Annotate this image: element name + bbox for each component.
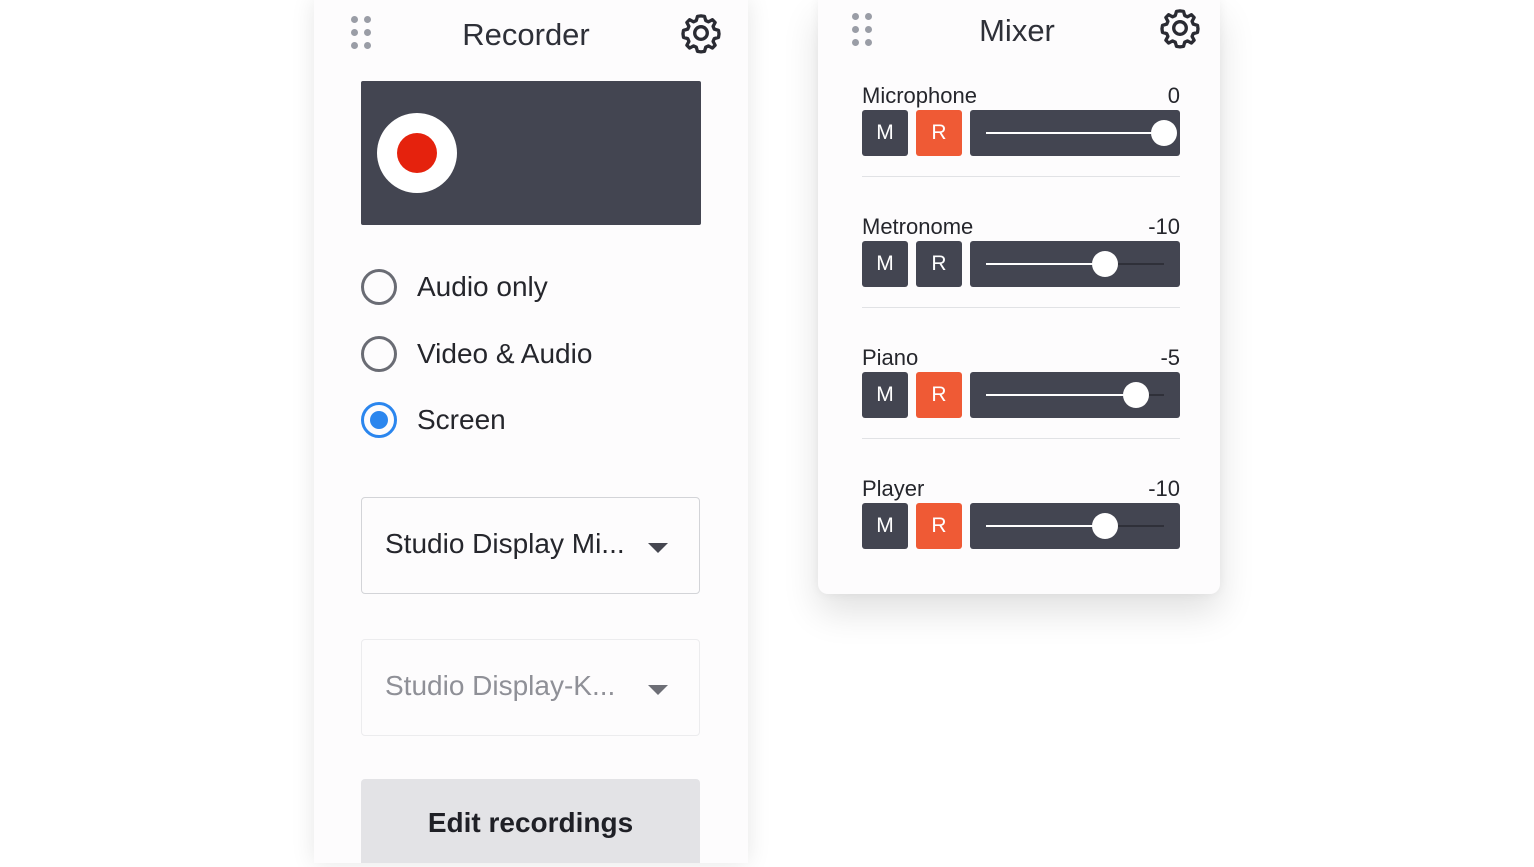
microphone-select-value: Studio Display Mi... [385, 528, 625, 559]
channel-metronome: Metronome -10 M R [862, 214, 1180, 345]
channel-piano: Piano -5 M R [862, 345, 1180, 476]
channel-name: Player [862, 476, 925, 501]
radio-screen[interactable] [361, 402, 397, 438]
radio-audio-only[interactable] [361, 269, 397, 305]
mode-option-audio-only[interactable]: Audio only [361, 265, 548, 309]
channel-divider [862, 307, 1180, 308]
mode-option-screen[interactable]: Screen [361, 398, 506, 442]
channel-value: -5 [1160, 345, 1180, 370]
record-button[interactable] [377, 113, 457, 193]
channel-value: -10 [1148, 476, 1180, 501]
recorder-drag-handle-icon[interactable] [351, 16, 373, 50]
slider-thumb[interactable] [1122, 382, 1149, 408]
mute-button[interactable]: M [862, 241, 908, 287]
slider-track [986, 251, 1164, 277]
channel-value: -10 [1148, 214, 1180, 239]
record-arm-button[interactable]: R [916, 503, 962, 549]
radio-video-audio[interactable] [361, 336, 397, 372]
mute-button[interactable]: M [862, 110, 908, 156]
channel-microphone: Microphone 0 M R [862, 83, 1180, 214]
mute-button[interactable]: M [862, 503, 908, 549]
edit-recordings-button[interactable]: Edit recordings [361, 779, 700, 863]
mode-option-video-audio[interactable]: Video & Audio [361, 332, 592, 376]
slider-fill [986, 394, 1136, 396]
chevron-down-icon [648, 543, 668, 553]
slider-fill [986, 263, 1106, 265]
camera-select-value: Studio Display-K... [385, 670, 616, 701]
volume-slider[interactable] [970, 372, 1180, 418]
volume-slider[interactable] [970, 503, 1180, 549]
record-arm-button[interactable]: R [916, 110, 962, 156]
slider-track [986, 513, 1164, 539]
slider-thumb[interactable] [1151, 120, 1177, 146]
microphone-select[interactable]: Studio Display Mi... [361, 497, 700, 594]
record-dot-icon [397, 133, 437, 173]
volume-slider[interactable] [970, 241, 1180, 287]
channel-name: Microphone [862, 83, 977, 108]
mode-label-video-audio: Video & Audio [417, 338, 593, 369]
mixer-drag-handle-icon[interactable] [852, 13, 874, 47]
mode-label-screen: Screen [417, 404, 506, 435]
slider-track [986, 120, 1177, 146]
camera-select: Studio Display-K... [361, 639, 700, 736]
chevron-down-icon [648, 685, 668, 695]
record-arm-button[interactable]: R [916, 372, 962, 418]
channel-player: Player -10 M R [862, 476, 1180, 607]
mixer-panel: Mixer Microphone 0 M R Metronome -10 M R [818, 0, 1220, 594]
recorder-settings-gear-icon[interactable] [680, 12, 722, 54]
channel-name: Metronome [862, 214, 974, 239]
mixer-settings-gear-icon[interactable] [1159, 7, 1201, 49]
record-arm-button[interactable]: R [916, 241, 962, 287]
mode-label-audio-only: Audio only [417, 271, 548, 302]
channel-divider [862, 438, 1180, 439]
mute-button[interactable]: M [862, 372, 908, 418]
slider-fill [986, 132, 1164, 134]
recorder-panel: Recorder Audio only Video & Audio Screen… [314, 0, 748, 863]
volume-slider[interactable] [970, 110, 1180, 156]
channel-name: Piano [862, 345, 919, 370]
slider-track [986, 382, 1164, 408]
channel-value: 0 [1167, 83, 1180, 108]
recorder-title: Recorder [462, 17, 590, 52]
slider-fill [986, 525, 1106, 527]
mixer-title: Mixer [979, 13, 1055, 48]
slider-thumb[interactable] [1092, 251, 1119, 277]
channel-divider [862, 176, 1180, 177]
recording-preview [361, 81, 701, 225]
slider-thumb[interactable] [1092, 513, 1119, 539]
